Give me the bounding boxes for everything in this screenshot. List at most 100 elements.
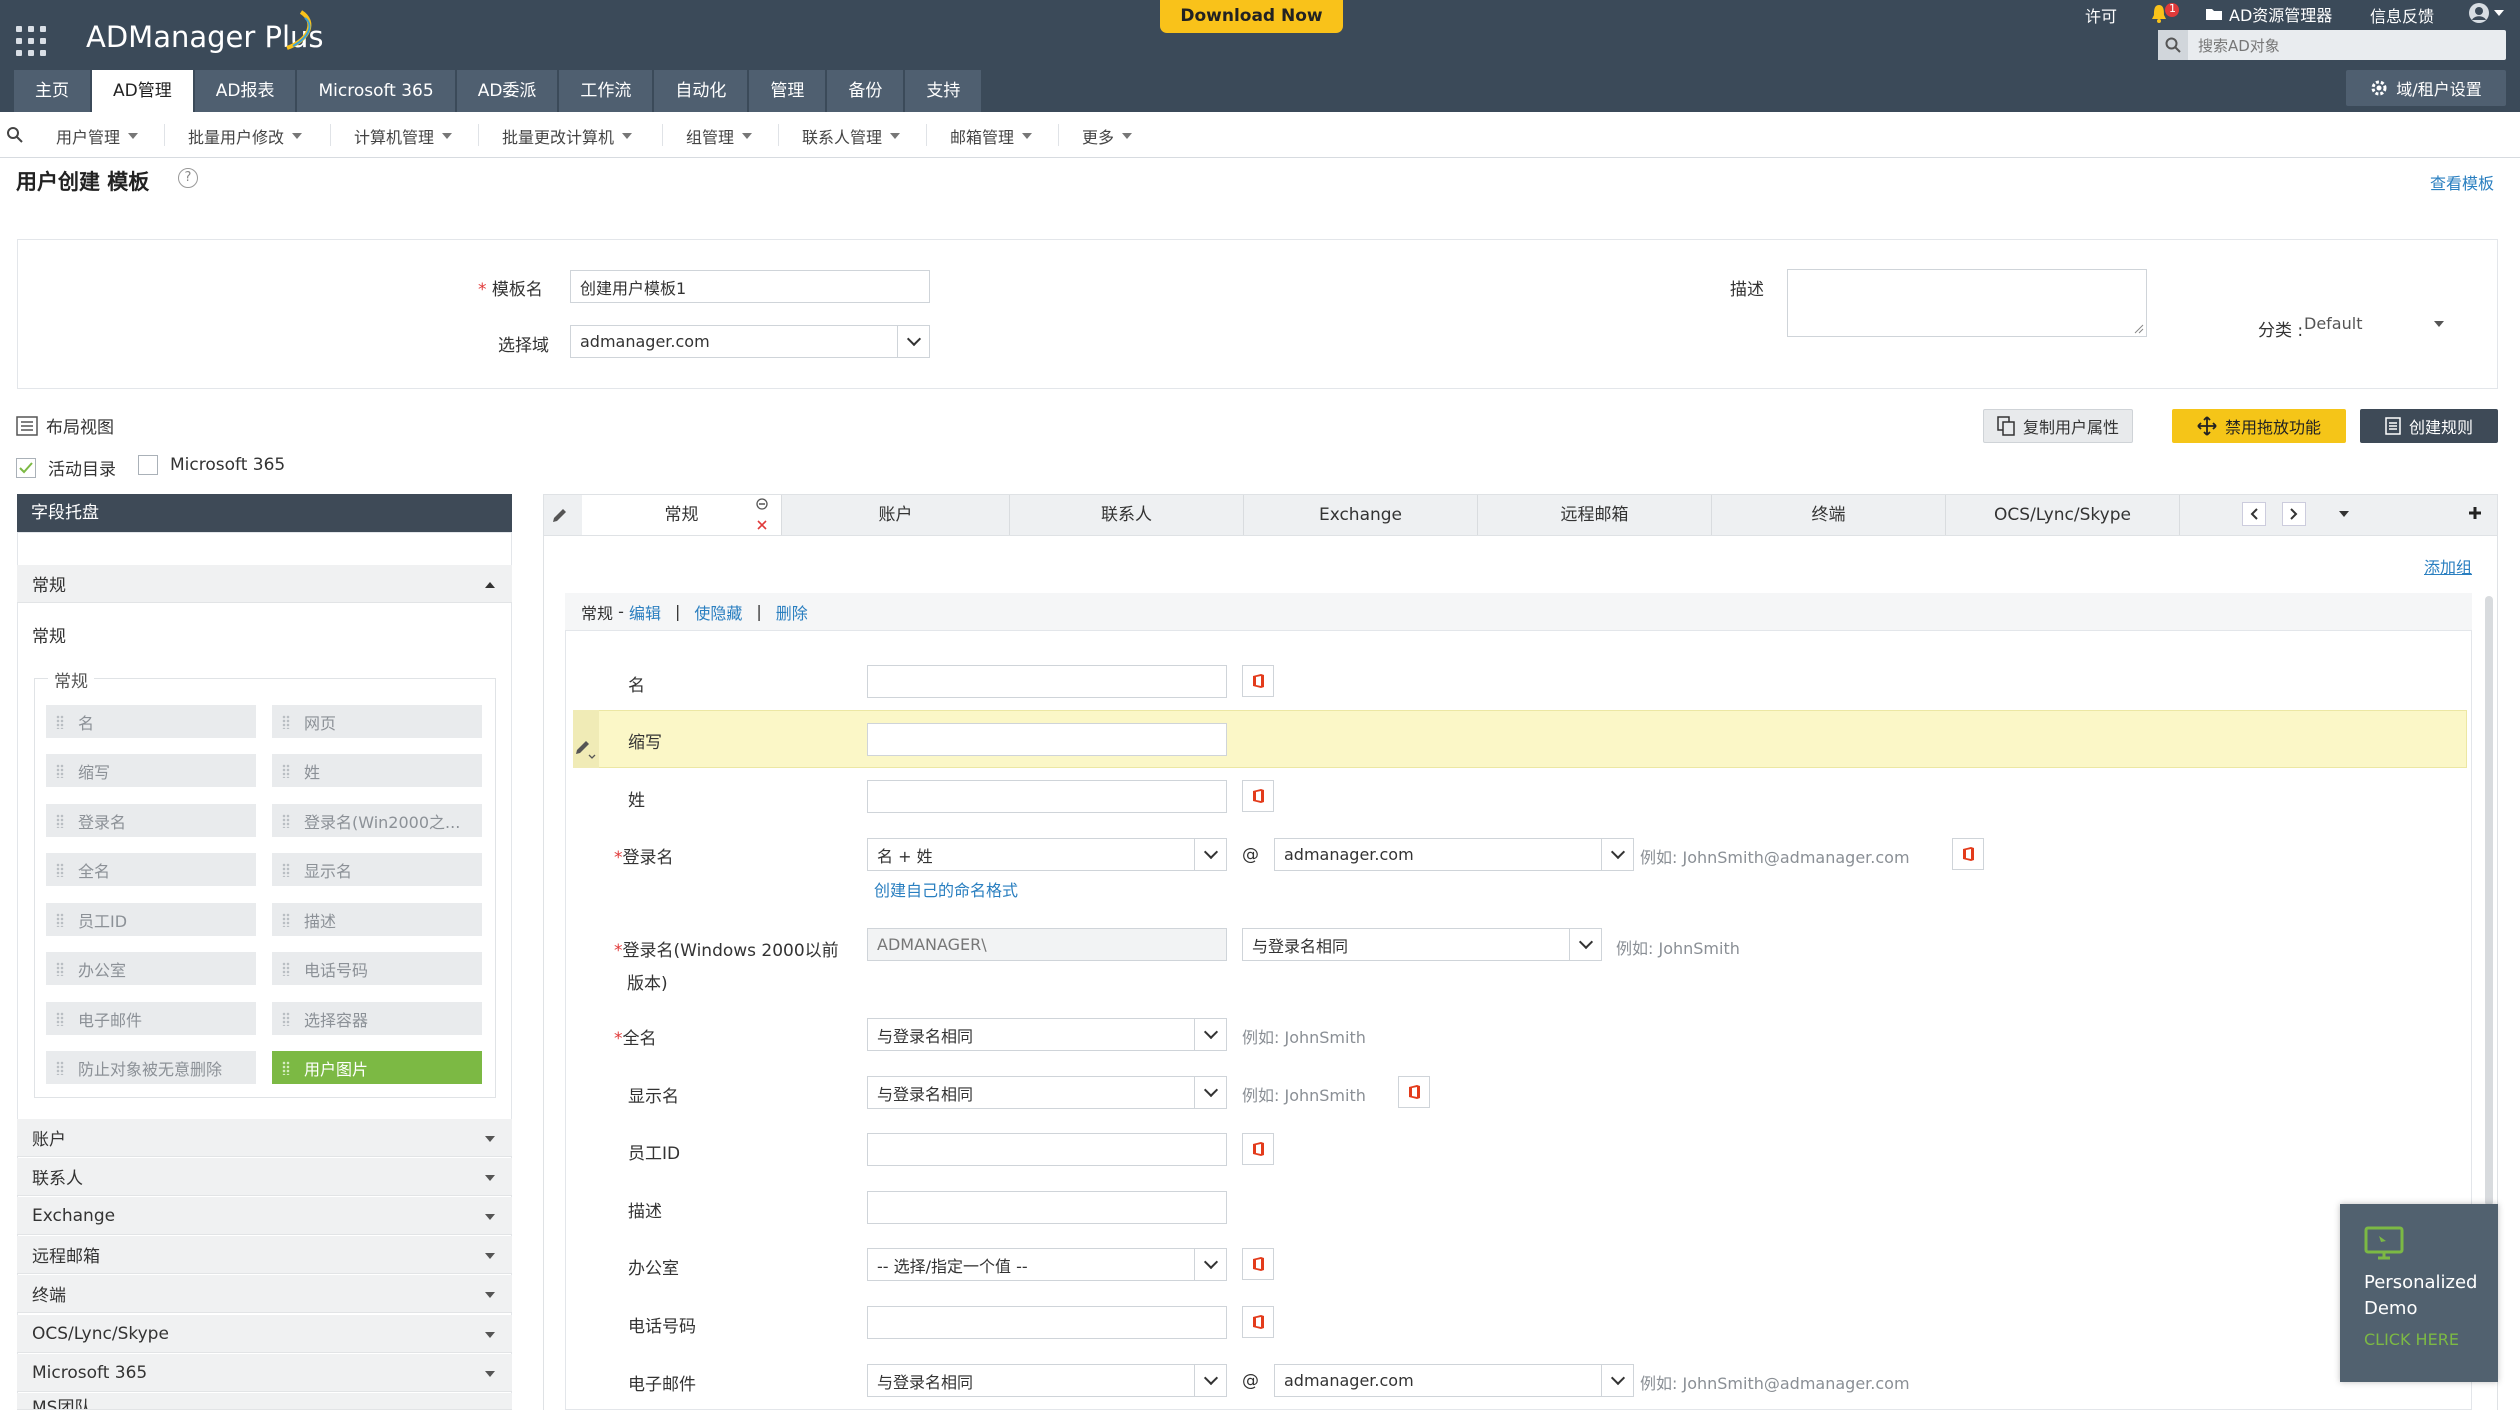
group-tab-general[interactable]: 常规 — [582, 495, 782, 535]
subnav-bulk-computer-modify[interactable]: 批量更改计算机 — [502, 124, 633, 148]
app-launcher-icon[interactable] — [16, 26, 46, 56]
create-rule-button[interactable]: 创建规则 — [2360, 409, 2498, 443]
group-tab-remote-mailbox[interactable]: 远程邮箱 — [1478, 495, 1712, 535]
initials-input[interactable] — [867, 723, 1227, 756]
full-name-select[interactable]: 与登录名相同 — [867, 1018, 1227, 1051]
copy-user-attributes-button[interactable]: 复制用户属性 — [1983, 409, 2133, 443]
logon-format-select[interactable]: 名 + 姓 — [867, 838, 1227, 871]
subnav-search-icon[interactable] — [6, 126, 24, 144]
tray-field-logon-name[interactable]: 登录名 — [46, 804, 256, 837]
tray-section-ocs-lync-skype[interactable]: OCS/Lync/Skype — [17, 1315, 512, 1353]
first-name-input[interactable] — [867, 665, 1227, 698]
tray-field-webpage[interactable]: 网页 — [272, 705, 482, 738]
tab-ad-management[interactable]: AD管理 — [92, 70, 193, 112]
tray-field-prevent-deletion[interactable]: 防止对象被无意删除 — [46, 1051, 256, 1084]
group-tab-exchange[interactable]: Exchange — [1244, 495, 1478, 535]
email-domain-select[interactable]: admanager.com — [1274, 1364, 1634, 1397]
tab-admin[interactable]: 管理 — [749, 70, 826, 112]
view-templates-link[interactable]: 查看模板 — [2430, 170, 2494, 194]
tray-field-display-name[interactable]: 显示名 — [272, 853, 482, 886]
tray-section-ms-teams[interactable]: MS团队 — [17, 1393, 512, 1410]
tray-field-full-name[interactable]: 全名 — [46, 853, 256, 886]
demo-click-here[interactable]: CLICK HERE — [2364, 1330, 2459, 1349]
tab-ad-reports[interactable]: AD报表 — [194, 70, 296, 112]
email-select[interactable]: 与登录名相同 — [867, 1364, 1227, 1397]
search-ad-objects[interactable]: 搜索AD对象 — [2158, 30, 2506, 60]
last-name-input[interactable] — [867, 780, 1227, 813]
domain-select[interactable]: admanager.com — [570, 325, 930, 358]
add-group-link[interactable]: 添加组 — [2424, 554, 2472, 578]
tab-ad-delegation[interactable]: AD委派 — [456, 70, 558, 112]
disable-drag-drop-button[interactable]: 禁用拖放功能 — [2172, 409, 2346, 443]
group-tab-ocs-lync-skype[interactable]: OCS/Lync/Skype — [1946, 495, 2180, 535]
chk-active-directory[interactable]: 活动目录 — [16, 455, 116, 480]
chk-microsoft-365[interactable]: Microsoft 365 — [138, 455, 285, 475]
edit-pencil-icon[interactable] — [574, 738, 596, 760]
tray-field-user-photo[interactable]: 用户图片 — [272, 1051, 482, 1084]
help-icon[interactable]: ? — [178, 168, 198, 188]
form-scrollbar[interactable] — [2485, 596, 2493, 1206]
template-name-input[interactable]: 创建用户模板1 — [570, 270, 930, 303]
notification-bell-icon[interactable]: 1 — [2150, 2, 2180, 24]
ad-explorer-link[interactable]: AD资源管理器 — [2205, 2, 2332, 26]
office-select[interactable]: -- 选择/指定一个值 -- — [867, 1248, 1227, 1281]
category-select[interactable]: Default — [2304, 314, 2454, 333]
download-now-button[interactable]: Download Now — [1160, 0, 1343, 33]
group-tab-terminal[interactable]: 终端 — [1712, 495, 1946, 535]
tab-scroll-left-button[interactable] — [2242, 502, 2266, 526]
layout-view-toggle[interactable]: 布局视图 — [16, 413, 114, 438]
office-365-icon[interactable] — [1242, 665, 1274, 697]
collapse-icon[interactable] — [756, 498, 768, 510]
tab-microsoft-365[interactable]: Microsoft 365 — [297, 70, 455, 112]
tab-workflow[interactable]: 工作流 — [559, 70, 653, 112]
tab-home[interactable]: 主页 — [14, 70, 90, 112]
group-edit-link[interactable]: 编辑 — [629, 600, 661, 624]
custom-naming-format-link[interactable]: 创建自己的命名格式 — [874, 877, 1018, 901]
subnav-bulk-user-modify[interactable]: 批量用户修改 — [188, 124, 303, 148]
subnav-contact-management[interactable]: 联系人管理 — [802, 124, 901, 148]
personalized-demo-widget[interactable]: Personalized Demo CLICK HERE — [2340, 1204, 2498, 1382]
tray-field-description[interactable]: 描述 — [272, 903, 482, 936]
display-name-select[interactable]: 与登录名相同 — [867, 1076, 1227, 1109]
phone-input[interactable] — [867, 1306, 1227, 1339]
tab-scroll-right-button[interactable] — [2282, 502, 2306, 526]
tray-section-terminal[interactable]: 终端 — [17, 1275, 512, 1313]
subnav-user-management[interactable]: 用户管理 — [56, 124, 139, 148]
logon-pre2000-select[interactable]: 与登录名相同 — [1242, 928, 1602, 961]
logon-domain-select[interactable]: admanager.com — [1274, 838, 1634, 871]
tray-field-initials[interactable]: 缩写 — [46, 754, 256, 787]
tray-section-remote-mailbox[interactable]: 远程邮箱 — [17, 1236, 512, 1274]
pencil-icon[interactable] — [550, 506, 570, 526]
tray-section-microsoft-365[interactable]: Microsoft 365 — [17, 1354, 512, 1392]
tray-section-account[interactable]: 账户 — [17, 1119, 512, 1157]
group-tab-account[interactable]: 账户 — [782, 495, 1010, 535]
subnav-mailbox-management[interactable]: 邮箱管理 — [950, 124, 1033, 148]
office-365-icon[interactable] — [1242, 1306, 1274, 1338]
tab-support[interactable]: 支持 — [905, 70, 982, 112]
user-menu[interactable] — [2468, 2, 2504, 24]
tray-section-exchange[interactable]: Exchange — [17, 1197, 512, 1235]
tray-section-contact[interactable]: 联系人 — [17, 1158, 512, 1196]
office-365-icon[interactable] — [1242, 1133, 1274, 1165]
group-hide-link[interactable]: 使隐藏 — [694, 600, 742, 624]
tray-field-first-name[interactable]: 名 — [46, 705, 256, 738]
domain-settings-button[interactable]: 域/租户设置 — [2346, 70, 2506, 106]
subnav-group-management[interactable]: 组管理 — [686, 124, 753, 148]
subnav-computer-management[interactable]: 计算机管理 — [354, 124, 453, 148]
subnav-more[interactable]: 更多 — [1082, 124, 1133, 148]
description-input[interactable] — [867, 1191, 1227, 1224]
tray-field-logon-pre2000[interactable]: 登录名(Win2000之... — [272, 804, 482, 837]
tray-field-last-name[interactable]: 姓 — [272, 754, 482, 787]
tab-automation[interactable]: 自动化 — [654, 70, 748, 112]
office-365-icon[interactable] — [1242, 780, 1274, 812]
group-delete-link[interactable]: 删除 — [776, 600, 808, 624]
close-icon[interactable] — [757, 520, 767, 530]
group-tab-contact[interactable]: 联系人 — [1010, 495, 1244, 535]
add-tab-plus-icon[interactable] — [2467, 505, 2483, 521]
employee-id-input[interactable] — [867, 1133, 1227, 1166]
tray-field-office[interactable]: 办公室 — [46, 952, 256, 985]
description-textarea[interactable] — [1787, 269, 2147, 337]
office-365-icon[interactable] — [1952, 838, 1984, 870]
office-365-icon[interactable] — [1398, 1076, 1430, 1108]
tray-field-employee-id[interactable]: 员工ID — [46, 903, 256, 936]
